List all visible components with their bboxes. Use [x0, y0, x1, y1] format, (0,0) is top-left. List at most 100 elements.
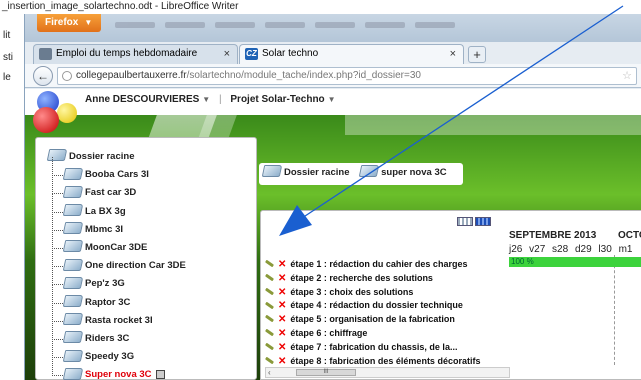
pencil-icon[interactable]	[264, 301, 275, 309]
tree-item[interactable]: Booba Cars 3I	[36, 157, 256, 184]
task-row: ✕ étape 3 : choix des solutions	[264, 286, 510, 300]
user-name: Anne DESCOURVIERES	[85, 94, 200, 105]
scroll-thumb[interactable]: III	[296, 369, 356, 376]
task-list: ✕ étape 1 : rédaction du cahier des charg…	[264, 258, 510, 368]
globe-icon	[62, 71, 72, 81]
task-label[interactable]: étape 6 : chiffrage	[290, 328, 367, 338]
breadcrumb-current[interactable]: super nova 3C	[358, 165, 447, 178]
tab-solar-techno[interactable]: CZ Solar techno ×	[239, 44, 464, 64]
site-favicon-icon: CZ	[245, 48, 258, 60]
tree-root[interactable]: Dossier racine	[36, 148, 256, 166]
pencil-icon[interactable]	[264, 342, 275, 351]
day-header: d29	[574, 244, 592, 255]
task-label[interactable]: étape 4 : rédaction du dossier technique	[290, 300, 463, 310]
tree-item[interactable]: Raptor 3C	[36, 284, 256, 312]
bookmark-star-icon[interactable]: ☆	[622, 68, 632, 84]
delete-icon[interactable]: ✕	[278, 327, 286, 341]
new-tab-button[interactable]: +	[468, 46, 486, 63]
firefox-menu-button[interactable]: Firefox ▼	[37, 14, 101, 32]
tree-item[interactable]: Pep'z 3G	[36, 266, 256, 293]
url-bar[interactable]: collegepaulbertauxerre.fr/solartechno/mo…	[57, 67, 637, 85]
delete-icon[interactable]: ✕	[278, 341, 286, 355]
breadcrumb-label: super nova 3C	[381, 167, 447, 178]
day-header: j26	[509, 244, 523, 255]
tree-item[interactable]: Rasta rocket 3I	[36, 302, 256, 330]
pencil-icon[interactable]	[264, 315, 275, 323]
month-divider	[614, 255, 615, 365]
folder-icon	[62, 331, 84, 344]
tree-item[interactable]: Speedy 3G	[36, 338, 256, 366]
delete-icon[interactable]: ✕	[278, 286, 286, 300]
pencil-icon[interactable]	[264, 356, 275, 365]
tree-label: Raptor 3C	[85, 296, 131, 308]
pencil-icon[interactable]	[264, 273, 275, 282]
grid-view-icon[interactable]	[457, 217, 473, 226]
task-row: ✕ étape 4 : rédaction du dossier techniqu…	[264, 299, 510, 313]
project-name[interactable]: Projet Solar-Techno	[230, 94, 324, 105]
chevron-down-icon: ▼	[327, 95, 336, 104]
tab-label: Solar techno	[262, 48, 319, 59]
day-headers: j26 v27 s28 d29 l30 m1	[509, 244, 636, 255]
tree-item[interactable]: Riders 3C	[36, 320, 256, 348]
task-label[interactable]: étape 2 : recherche des solutions	[290, 273, 433, 283]
folder-icon	[62, 222, 84, 235]
tree-item[interactable]: MoonCar 3DE	[36, 229, 256, 257]
edit-folder-icon[interactable]	[155, 370, 165, 380]
writer-fragment: lit	[3, 30, 11, 41]
task-label[interactable]: étape 1 : rédaction du cahier des charge…	[290, 259, 467, 269]
web-page: Anne DESCOURVIERES ▼ | Projet Solar-Techn…	[25, 89, 641, 380]
day-header: l30	[598, 244, 612, 255]
delete-icon[interactable]: ✕	[278, 258, 286, 272]
arrow-left-icon: ←	[37, 69, 49, 83]
task-row: ✕ étape 1 : rédaction du cahier des charg…	[264, 258, 510, 272]
site-logo-icon	[33, 91, 81, 139]
breadcrumb-root[interactable]: Dossier racine	[261, 165, 350, 178]
folder-icon	[358, 165, 380, 178]
task-label[interactable]: étape 5 : organisation de la fabrication	[290, 314, 455, 324]
tree-item[interactable]: Mbmc 3I	[36, 211, 256, 239]
close-tab-icon[interactable]: ×	[224, 45, 230, 63]
task-row: ✕ étape 6 : chiffrage	[264, 327, 510, 341]
user-menu[interactable]: Anne DESCOURVIERES ▼ | Projet Solar-Techn…	[85, 94, 336, 105]
scroll-left-icon[interactable]: ‹	[268, 368, 271, 377]
task-label[interactable]: étape 7 : fabrication du chassis, de la.…	[290, 342, 457, 352]
page-icon	[39, 48, 52, 60]
tree-label: Fast car 3D	[85, 187, 137, 199]
chevron-down-icon: ▼	[202, 95, 211, 104]
breadcrumb-label: Dossier racine	[284, 167, 350, 178]
delete-icon[interactable]: ✕	[278, 272, 286, 286]
task-row: ✕ étape 7 : fabrication du chassis, de la…	[264, 341, 510, 355]
pencil-icon[interactable]	[264, 328, 275, 337]
month-header: OCTO	[618, 230, 641, 241]
folder-icon	[62, 276, 84, 289]
tree-item[interactable]: Fast car 3D	[36, 175, 256, 202]
back-button[interactable]: ←	[33, 66, 53, 86]
tree-item-selected[interactable]: Super nova 3C	[36, 357, 256, 380]
task-label[interactable]: étape 3 : choix des solutions	[290, 287, 413, 297]
task-row: ✕ étape 5 : organisation de la fabricatio…	[264, 313, 510, 327]
folder-icon	[62, 313, 84, 326]
tab-emploi-du-temps[interactable]: Emploi du temps hebdomadaire ×	[33, 44, 238, 64]
close-tab-icon[interactable]: ×	[450, 45, 456, 63]
delete-icon[interactable]: ✕	[278, 299, 286, 313]
pencil-icon[interactable]	[264, 287, 275, 296]
pencil-icon[interactable]	[264, 259, 275, 268]
delete-icon[interactable]: ✕	[278, 313, 286, 327]
folder-icon	[62, 204, 84, 217]
folder-icon	[62, 349, 84, 362]
blurred-menubar	[115, 20, 635, 36]
gantt-view-icon[interactable]	[475, 217, 491, 226]
day-header: m1	[618, 244, 633, 255]
horizontal-scrollbar[interactable]: ‹ III	[265, 367, 510, 378]
tree-label: Speedy 3G	[85, 351, 135, 363]
tree-label: Riders 3C	[85, 332, 130, 344]
writer-fragment: le	[3, 72, 11, 83]
tree-label: Pep'z 3G	[85, 278, 125, 290]
tree-item[interactable]: One direction Car 3DE	[36, 248, 256, 275]
folder-icon	[261, 165, 283, 178]
tree-label: Dossier racine	[69, 151, 135, 162]
tree-label: Rasta rocket 3I	[85, 314, 153, 326]
writer-side-strip: lit sti le	[0, 14, 24, 380]
tree-item[interactable]: La BX 3g	[36, 193, 256, 221]
task-label[interactable]: étape 8 : fabrication des éléments décor…	[290, 356, 480, 366]
